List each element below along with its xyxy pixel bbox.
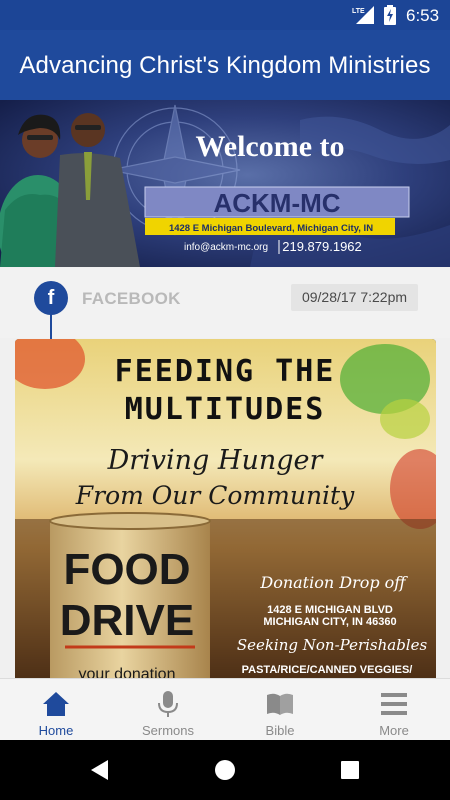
post-card[interactable]: FEEDING THE MULTITUDES Driving Hunger Fr… — [15, 339, 436, 684]
dropoff-label: Donation Drop off — [259, 573, 408, 592]
banner-graphic: Welcome to ACKM-MC 1428 E Michigan Boule… — [0, 100, 450, 267]
status-bar: LTE 6:53 — [0, 0, 450, 30]
network-type: LTE — [352, 8, 365, 15]
facebook-icon: f — [34, 281, 68, 315]
nav-more-label: More — [379, 723, 409, 738]
menu-icon — [381, 693, 407, 715]
nav-sermons[interactable]: Sermons — [112, 679, 224, 741]
banner-email: info@ackm-mc.org — [184, 242, 268, 253]
signal-icon: LTE — [352, 6, 374, 24]
seeking-text: Seeking Non-Perishables — [237, 636, 428, 654]
post-timestamp: 09/28/17 7:22pm — [291, 284, 418, 311]
book-icon — [267, 693, 293, 715]
banner-address: 1428 E Michigan Boulevard, Michigan City… — [169, 223, 373, 234]
donation-items: PASTA/RICE/CANNED VEGGIES/ — [242, 664, 413, 676]
nav-home-label: Home — [38, 723, 74, 738]
food-drive-flyer: FEEDING THE MULTITUDES Driving Hunger Fr… — [15, 339, 436, 684]
banner-phone: 219.879.1962 — [282, 239, 362, 254]
banner-org: ACKM-MC — [213, 188, 340, 218]
nav-home[interactable]: Home — [0, 679, 112, 741]
can-label-line2: DRIVE — [60, 596, 194, 645]
can-label-line1: FOOD — [63, 545, 190, 594]
welcome-banner[interactable]: Welcome to ACKM-MC 1428 E Michigan Boule… — [0, 100, 450, 267]
app-title: Advancing Christ's Kingdom Ministries — [19, 52, 431, 79]
nav-bible-label: Bible — [265, 723, 295, 738]
app-bar: Advancing Christ's Kingdom Ministries — [0, 30, 450, 100]
nav-more[interactable]: More — [338, 679, 450, 741]
banner-welcome: Welcome to — [195, 130, 344, 163]
food-can-graphic: FOOD DRIVE your donation — [49, 512, 211, 684]
flyer-script-line2: From Our Community — [75, 481, 355, 510]
flyer-title-line2: MULTITUDES — [125, 392, 326, 427]
bottom-navigation: Home Sermons Bible More — [0, 678, 450, 740]
dropoff-address-line2: MICHIGAN CITY, IN 46360 — [263, 616, 396, 628]
nav-sermons-label: Sermons — [141, 723, 195, 738]
flyer-title-line1: FEEDING THE — [115, 354, 336, 389]
app-screen: LTE 6:53 Advancing Christ's Kingdom Mini… — [0, 0, 450, 800]
back-icon[interactable] — [88, 758, 112, 782]
nav-bible[interactable]: Bible — [224, 679, 336, 741]
system-navigation-bar — [0, 740, 450, 800]
clock: 6:53 — [406, 6, 440, 25]
home-icon — [43, 692, 69, 716]
battery-icon — [384, 5, 396, 25]
flyer-script-line1: Driving Hunger — [107, 445, 325, 476]
recents-icon[interactable] — [338, 758, 362, 782]
dropoff-address-line1: 1428 E MICHIGAN BLVD — [267, 604, 393, 616]
feed-source-label: FACEBOOK — [82, 289, 181, 308]
microphone-icon — [158, 691, 178, 717]
home-button-icon[interactable] — [213, 758, 237, 782]
